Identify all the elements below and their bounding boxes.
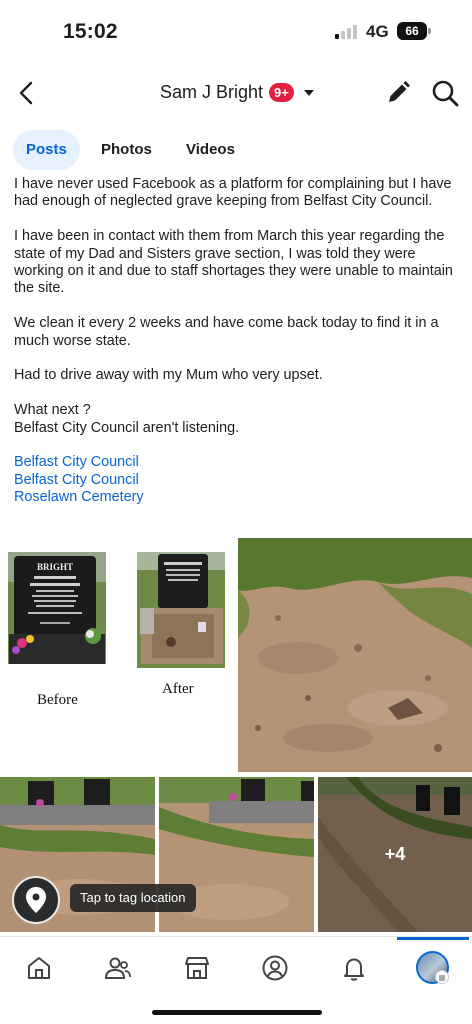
profile-header: Sam J Bright 9+: [0, 66, 472, 122]
profile-icon: [262, 955, 288, 981]
back-button[interactable]: [12, 78, 42, 108]
marketplace-icon: [185, 957, 209, 979]
after-caption: After: [162, 681, 194, 697]
friends-icon: [104, 957, 131, 979]
home-icon: [28, 957, 50, 979]
profile-name: Sam J Bright: [160, 82, 264, 102]
tag-location-button[interactable]: [12, 876, 60, 924]
photo-soil-closeup[interactable]: [238, 538, 472, 772]
before-after-image: BRIGHT: [8, 552, 225, 668]
soil-image: [238, 538, 472, 772]
tab-photos[interactable]: Photos: [88, 130, 165, 170]
tag-location-tooltip: Tap to tag location: [70, 884, 196, 912]
more-photos-count: +4: [384, 844, 406, 864]
nav-profile[interactable]: [258, 951, 292, 985]
photo-before-after[interactable]: BRIGHT Before After: [0, 538, 234, 772]
more-photos-overlay: +4: [318, 777, 472, 932]
nav-active-indicator: [397, 937, 469, 940]
tab-videos[interactable]: Videos: [173, 130, 248, 170]
post-paragraph: I have been in contact with them from Ma…: [14, 228, 453, 297]
search-icon: [432, 80, 459, 107]
page-tag-link[interactable]: Roselawn Cemetery: [14, 489, 460, 506]
post-paragraph: Belfast City Council aren't listening.: [14, 419, 240, 436]
page-tag-link[interactable]: Belfast City Council: [14, 454, 460, 471]
nav-marketplace[interactable]: [180, 951, 214, 985]
profile-name-button[interactable]: Sam J Bright 9+: [160, 82, 314, 103]
caret-down-icon: [303, 89, 314, 96]
profile-tabs: Posts Photos Videos: [0, 130, 472, 172]
location-pin-icon: [26, 887, 46, 913]
hamburger-icon: [439, 975, 445, 981]
signal-icon: [335, 24, 361, 39]
post-paragraph: We clean it every 2 weeks and have come …: [14, 315, 439, 349]
nav-friends[interactable]: [101, 951, 135, 985]
edit-button[interactable]: [384, 79, 412, 107]
status-time: 15:02: [63, 20, 118, 43]
post-paragraph: Had to drive away with my Mum who very u…: [14, 367, 323, 384]
pencil-icon: [389, 81, 410, 102]
headstone-name: BRIGHT: [37, 562, 73, 572]
post-paragraph: What next ?: [14, 402, 91, 419]
battery-icon: 66: [397, 22, 427, 40]
network-label: 4G: [366, 22, 389, 41]
battery-tip: [428, 28, 431, 34]
tab-posts[interactable]: Posts: [13, 130, 80, 170]
home-indicator: [152, 1010, 322, 1015]
notification-badge: 9+: [269, 83, 294, 102]
before-caption: Before: [37, 692, 78, 708]
status-bar: 15:02 4G 66: [0, 0, 472, 62]
photo-grave-row-3[interactable]: +4: [318, 777, 472, 932]
bell-icon: [344, 958, 364, 981]
menu-icon: [435, 970, 449, 984]
page-tag-link[interactable]: Belfast City Council: [14, 472, 460, 489]
nav-notifications[interactable]: [337, 951, 371, 985]
post-paragraph: I have never used Facebook as a platform…: [14, 176, 452, 210]
nav-home[interactable]: [22, 951, 56, 985]
chevron-left-icon: [19, 81, 33, 105]
post-body: I have never used Facebook as a platform…: [14, 176, 460, 507]
search-button[interactable]: [430, 78, 460, 108]
